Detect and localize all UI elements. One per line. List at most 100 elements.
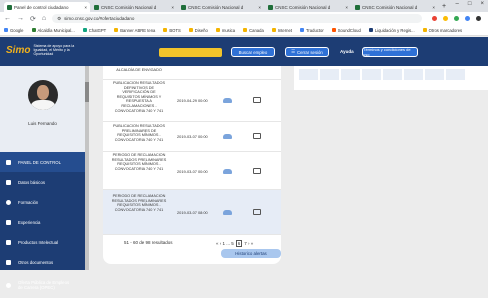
calendar-cell bbox=[382, 68, 403, 81]
back-icon[interactable]: ← bbox=[4, 15, 11, 22]
avatar bbox=[28, 80, 58, 110]
site-info-icon[interactable]: ⚙ bbox=[57, 16, 61, 22]
calendar-cell bbox=[340, 68, 361, 81]
new-tab-button[interactable]: + bbox=[442, 2, 446, 12]
row-date: 2019-04-29 00:00 bbox=[177, 98, 208, 103]
pager-next[interactable]: 7 › » bbox=[244, 241, 253, 246]
bookmark-item[interactable]: Diseño bbox=[188, 28, 208, 33]
row-date: 2019-03-07 08:00 bbox=[177, 210, 208, 215]
row-description: PERIODO DE RECLAMACION RESULTADOS PRELIM… bbox=[111, 153, 167, 171]
folder-icon[interactable] bbox=[253, 133, 261, 139]
cloud-download-icon[interactable] bbox=[223, 98, 232, 103]
simo-logo[interactable]: Simo Sistema de apoyo para la Igualdad, … bbox=[6, 44, 79, 56]
browser-tab[interactable]: Panel de control ciudadano × bbox=[4, 2, 90, 12]
bookmark-item[interactable]: ChatGPT bbox=[82, 28, 106, 33]
extension-icon[interactable] bbox=[443, 16, 449, 21]
help-link[interactable]: Ayuda bbox=[340, 49, 354, 54]
table-row: PERIODO DE RECLAMACION RESULTADOS PRELIM… bbox=[103, 190, 281, 235]
bookmark-item[interactable]: BOTS bbox=[163, 28, 181, 33]
sidebar-item-productos[interactable]: Productos Intelectual bbox=[0, 232, 85, 252]
cloud-download-icon[interactable] bbox=[223, 169, 232, 174]
bookmark-icon bbox=[31, 28, 36, 32]
row-description: PUBLICACION RESULTADOS DEFINITIVOS DE VE… bbox=[113, 81, 165, 113]
extension-icon[interactable] bbox=[432, 16, 438, 21]
calendar-cell bbox=[361, 68, 382, 81]
close-tab-icon[interactable]: × bbox=[84, 5, 87, 10]
bookmark-item[interactable]: Canada bbox=[243, 28, 264, 33]
bookmark-icon bbox=[4, 28, 8, 32]
reload-icon[interactable]: ⟳ bbox=[30, 15, 36, 23]
home-icon[interactable]: ⌂ bbox=[42, 15, 46, 22]
site-favicon-icon bbox=[355, 4, 360, 10]
globe-icon bbox=[6, 282, 11, 288]
history-alerts-button[interactable]: Historico alertas bbox=[221, 249, 281, 258]
search-jobs-button[interactable]: Buscar empleo bbox=[231, 47, 275, 57]
forward-icon[interactable]: → bbox=[17, 15, 24, 22]
url-text: simo.cnsc.gov.co/#ofertaciudadano bbox=[64, 16, 135, 21]
bookmark-item[interactable]: Alcaldía Municipal... bbox=[31, 28, 75, 33]
bookmark-icon bbox=[243, 28, 248, 32]
browser-tab[interactable]: CNSC Comisión Nacional d × bbox=[178, 2, 264, 12]
folder-icon[interactable] bbox=[253, 209, 261, 215]
bookmark-item[interactable]: Internet bbox=[271, 28, 292, 33]
row-date: 2019-03-07 00:00 bbox=[177, 169, 208, 174]
sidebar-item-panel[interactable]: PANEL DE CONTROL bbox=[0, 152, 85, 172]
extension-icon[interactable] bbox=[454, 16, 460, 21]
bookmark-icon bbox=[82, 28, 87, 32]
close-tab-icon[interactable]: × bbox=[345, 5, 348, 10]
close-tab-icon[interactable]: × bbox=[432, 5, 435, 10]
pager-current-page[interactable]: 6 bbox=[235, 240, 243, 247]
pagination: « ‹ 1 ... 5 6 7 › » bbox=[216, 240, 253, 247]
bookmark-item[interactable]: Traductor bbox=[299, 28, 324, 33]
table-row: ALCALDÍA DE ENVIGADO bbox=[103, 66, 281, 80]
user-name: Luis Fernando bbox=[28, 121, 57, 126]
briefcase-icon bbox=[6, 219, 11, 225]
cloud-download-icon[interactable] bbox=[223, 210, 232, 215]
sidebar-item-opec[interactable]: Oferta Pública de Empleos de Carrera (OP… bbox=[0, 272, 85, 298]
url-field[interactable]: ⚙ simo.cnsc.gov.co/#ofertaciudadano bbox=[52, 14, 423, 23]
bookmark-item[interactable]: Banner ABRE tena bbox=[114, 28, 155, 33]
bookmark-item[interactable]: SoundCloud bbox=[331, 28, 361, 33]
extension-icon[interactable] bbox=[465, 16, 471, 21]
close-window-icon[interactable]: × bbox=[480, 1, 484, 7]
sidebar-item-datos[interactable]: Datos básicos bbox=[0, 172, 85, 192]
folder-icon[interactable] bbox=[253, 168, 261, 174]
terms-button[interactable]: Términos y condiciones de uso bbox=[362, 47, 418, 57]
app-header: Simo Sistema de apoyo para la Igualdad, … bbox=[0, 37, 488, 66]
extensions-area bbox=[432, 16, 482, 21]
logout-button[interactable]: ☰ Cerrar sesión bbox=[285, 47, 329, 57]
folder-icon[interactable] bbox=[253, 97, 261, 103]
results-count: 51 - 60 de 98 resultados bbox=[124, 240, 173, 245]
bookmark-icon bbox=[299, 28, 304, 32]
row-date: 2019-03-07 00:00 bbox=[177, 134, 208, 139]
browser-tab-bar: Panel de control ciudadano × CNSC Comisió… bbox=[0, 0, 488, 12]
bookmark-icon bbox=[188, 28, 193, 32]
maximize-icon[interactable]: □ bbox=[468, 1, 472, 7]
sidebar-item-otros[interactable]: Otros documentos bbox=[0, 252, 85, 272]
close-tab-icon[interactable]: × bbox=[171, 5, 174, 10]
browser-tab[interactable]: CNSC Comisión Nacional d × bbox=[352, 2, 438, 12]
minimize-icon[interactable]: – bbox=[456, 1, 459, 7]
calendar-cell bbox=[319, 68, 340, 81]
bookmark-item[interactable]: Liquidación y Regis... bbox=[368, 28, 415, 33]
site-favicon-icon bbox=[181, 4, 186, 10]
pager-prev[interactable]: « ‹ 1 ... 5 bbox=[216, 241, 234, 246]
calendar-cell bbox=[445, 68, 466, 81]
main-content: ALCALDÍA DE ENVIGADO PUBLICACION RESULTA… bbox=[89, 66, 488, 270]
browser-tab[interactable]: CNSC Comisión Nacional d × bbox=[265, 2, 351, 12]
sidebar-item-formacion[interactable]: Formación bbox=[0, 192, 85, 212]
bookmark-item[interactable]: Otros marcadores bbox=[422, 28, 462, 33]
bookmark-icon bbox=[331, 28, 336, 32]
bookmark-item[interactable]: musica bbox=[215, 28, 235, 33]
sidebar-item-experiencia[interactable]: Experiencia bbox=[0, 212, 85, 232]
browser-tab[interactable]: CNSC Comisión Nacional d × bbox=[91, 2, 177, 12]
alerts-card: ALCALDÍA DE ENVIGADO PUBLICACION RESULTA… bbox=[103, 66, 281, 264]
address-bar-row: ← → ⟳ ⌂ ⚙ simo.cnsc.gov.co/#ofertaciudad… bbox=[0, 12, 488, 25]
profile-icon[interactable] bbox=[476, 16, 482, 21]
calendar-panel bbox=[294, 66, 488, 90]
header-search-field[interactable] bbox=[159, 48, 222, 57]
bookmark-item[interactable]: Google bbox=[4, 28, 24, 33]
logout-icon: ☰ bbox=[291, 49, 296, 54]
close-tab-icon[interactable]: × bbox=[258, 5, 261, 10]
cloud-download-icon[interactable] bbox=[223, 134, 232, 139]
